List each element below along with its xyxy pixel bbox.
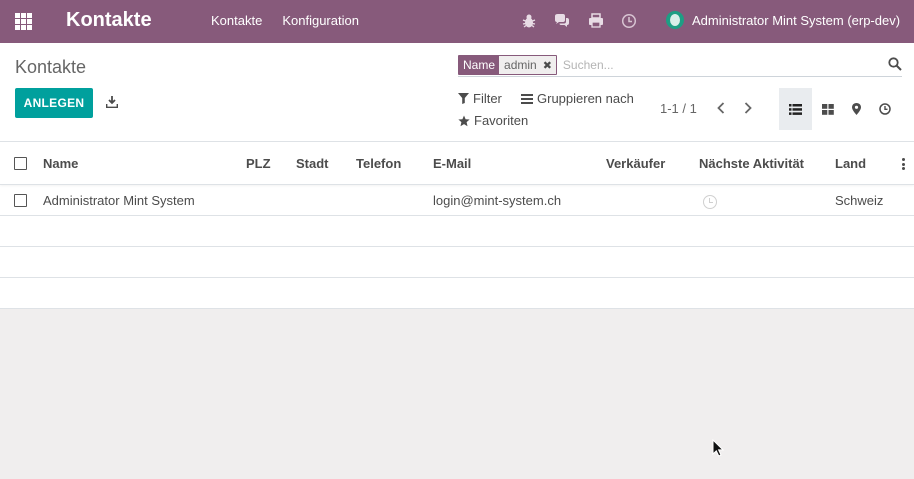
facet-value-text: admin: [504, 58, 537, 72]
user-name: Administrator Mint System (erp-dev): [692, 12, 901, 28]
activity-clock-icon[interactable]: [621, 13, 637, 29]
cell-email: login@mint-system.ch: [433, 193, 562, 208]
menu-item-konfiguration[interactable]: Konfiguration: [282, 13, 359, 28]
empty-row: [0, 216, 914, 247]
print-icon[interactable]: [588, 13, 604, 29]
pager-next-icon[interactable]: [742, 101, 754, 115]
create-button[interactable]: ANLEGEN: [15, 88, 93, 118]
top-navbar: Kontakte Kontakte Konfiguration Administ…: [0, 0, 914, 43]
menu-item-kontakte[interactable]: Kontakte: [211, 13, 262, 28]
filter-button[interactable]: Filter: [458, 91, 502, 106]
user-avatar: [666, 11, 684, 29]
search-input[interactable]: [562, 58, 863, 72]
column-header-city[interactable]: Stadt: [296, 156, 329, 171]
cell-name: Administrator Mint System: [43, 193, 195, 208]
activity-view-button[interactable]: [868, 88, 901, 130]
column-header-name[interactable]: Name: [43, 156, 78, 171]
list-view-button[interactable]: [779, 88, 812, 130]
apps-menu-icon[interactable]: [15, 13, 32, 30]
map-marker-icon: [852, 103, 861, 115]
pager-value[interactable]: 1-1 / 1: [660, 101, 697, 116]
clock-icon[interactable]: [703, 195, 717, 209]
contacts-list: Name PLZ Stadt Telefon E-Mail Verkäufer …: [0, 142, 914, 309]
breadcrumb: Kontakte: [15, 57, 87, 77]
table-row[interactable]: Administrator Mint System login@mint-sys…: [0, 185, 914, 216]
favorites-button[interactable]: Favoriten: [458, 113, 528, 128]
main-menu: Kontakte Konfiguration: [211, 13, 359, 28]
search-facet: Name admin ✖: [458, 55, 557, 75]
column-options-icon[interactable]: [902, 158, 906, 170]
kanban-icon: [821, 103, 834, 115]
pager-previous-icon[interactable]: [715, 101, 727, 115]
debug-bug-icon[interactable]: [521, 13, 537, 29]
search-bar: Name admin ✖: [458, 54, 902, 77]
group-by-label: Gruppieren nach: [537, 91, 634, 106]
select-all-checkbox[interactable]: [14, 157, 27, 170]
facet-value: admin ✖: [499, 56, 556, 74]
list-icon: [789, 103, 802, 115]
facet-remove-icon[interactable]: ✖: [543, 59, 552, 72]
star-icon: [458, 115, 470, 126]
group-by-button[interactable]: Gruppieren nach: [521, 91, 634, 106]
empty-row: [0, 278, 914, 309]
app-title[interactable]: Kontakte: [66, 9, 152, 32]
control-panel: Kontakte ANLEGEN Name admin ✖ Filter Gru…: [0, 43, 914, 142]
filter-funnel-icon: [458, 93, 469, 104]
mouse-cursor-icon: [712, 439, 724, 457]
activity-clock-icon: [878, 103, 891, 115]
row-checkbox[interactable]: [14, 194, 27, 207]
chat-bubbles-icon[interactable]: [554, 13, 570, 29]
column-header-country[interactable]: Land: [835, 156, 866, 171]
filter-label: Filter: [473, 91, 502, 106]
column-header-phone[interactable]: Telefon: [356, 156, 401, 171]
column-header-next-activity[interactable]: Nächste Aktivität: [699, 156, 804, 171]
list-header: Name PLZ Stadt Telefon E-Mail Verkäufer …: [0, 142, 914, 185]
cell-country: Schweiz: [835, 193, 884, 208]
download-icon[interactable]: [106, 96, 118, 108]
favorites-label: Favoriten: [474, 113, 529, 128]
search-icon[interactable]: [888, 57, 902, 71]
column-header-email[interactable]: E-Mail: [433, 156, 471, 171]
column-header-salesperson[interactable]: Verkäufer: [606, 156, 665, 171]
empty-row: [0, 247, 914, 278]
column-header-zip[interactable]: PLZ: [246, 156, 271, 171]
user-menu[interactable]: Administrator Mint System (erp-dev): [666, 11, 900, 29]
group-by-bars-icon: [521, 93, 533, 104]
facet-label: Name: [459, 56, 500, 74]
